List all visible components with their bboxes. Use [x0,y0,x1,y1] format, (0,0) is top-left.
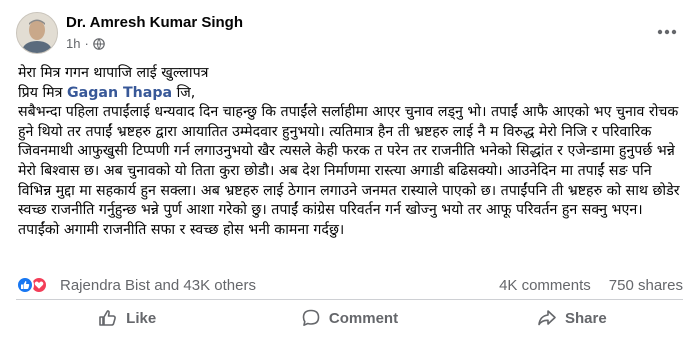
facebook-post: Dr. Amresh Kumar Singh 1h · मेरा मित्र ग… [0,0,699,340]
mention-link[interactable]: Gagan Thapa [67,85,172,101]
post-title-line: मेरा मित्र गगन थापाजि लाई खुल्लापत्र [18,65,209,81]
reaction-summary[interactable]: Rajendra Bist and 43K others [60,277,256,294]
post-body: मेरा मित्र गगन थापाजि लाई खुल्लापत्र प्र… [18,64,688,240]
engagement-counts: 4K comments 750 shares [499,277,683,294]
timestamp[interactable]: 1h [66,36,80,51]
globe-icon[interactable] [93,37,105,50]
salutation-line: प्रिय मित्र Gagan Thapa जि, [18,84,196,101]
share-label: Share [564,309,607,327]
comment-count[interactable]: 4K comments [499,277,591,294]
comment-label: Comment [328,309,399,327]
like-label: Like [126,309,157,327]
like-reaction-icon [16,276,34,294]
reaction-icons[interactable] [16,276,48,294]
comment-icon [302,309,320,326]
post-meta: 1h · [66,36,105,51]
divider [16,299,683,300]
more-options-button[interactable] [655,22,679,42]
avatar[interactable] [16,12,58,54]
reactions-bar: Rajendra Bist and 43K others 4K comments… [16,276,683,296]
more-horizontal-icon [657,29,677,35]
share-icon [538,310,556,326]
comment-button[interactable]: Comment [238,302,460,334]
author-name[interactable]: Dr. Amresh Kumar Singh [66,14,243,31]
like-button[interactable]: Like [16,302,238,334]
thumbs-up-icon [99,310,117,326]
share-button[interactable]: Share [461,302,683,334]
share-count[interactable]: 750 shares [609,277,683,294]
post-header: Dr. Amresh Kumar Singh 1h · [16,12,683,60]
post-actions: Like Comment Share [16,302,683,334]
post-paragraph: सबैभन्दा पहिला तपाईंलाई धन्यवाद दिन चाहन… [18,104,680,238]
